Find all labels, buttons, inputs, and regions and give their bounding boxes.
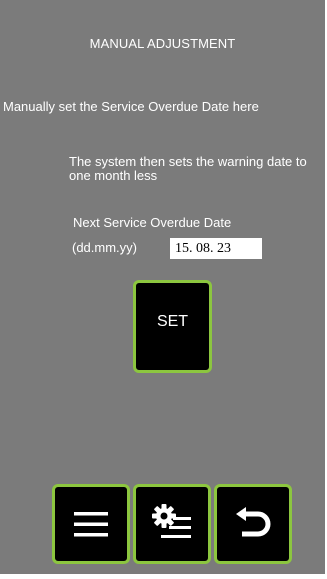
settings-button[interactable] (133, 484, 211, 564)
settings-list-icon (149, 503, 195, 545)
date-field-label: Next Service Overdue Date (73, 215, 232, 230)
screen-title: MANUAL ADJUSTMENT (89, 36, 236, 51)
menu-icon (71, 506, 111, 542)
service-overdue-date-input[interactable] (170, 238, 262, 259)
back-arrow-icon (232, 505, 274, 543)
back-button[interactable] (214, 484, 292, 564)
manual-adjustment-panel: MANUAL ADJUSTMENT Manually set the Servi… (0, 0, 325, 574)
date-format-hint: (dd.mm.yy) (72, 240, 137, 255)
set-button[interactable]: SET (133, 280, 212, 373)
instruction-text: Manually set the Service Overdue Date he… (3, 99, 259, 114)
menu-button[interactable] (52, 484, 130, 564)
note-text: The system then sets the warning date to… (69, 154, 307, 183)
